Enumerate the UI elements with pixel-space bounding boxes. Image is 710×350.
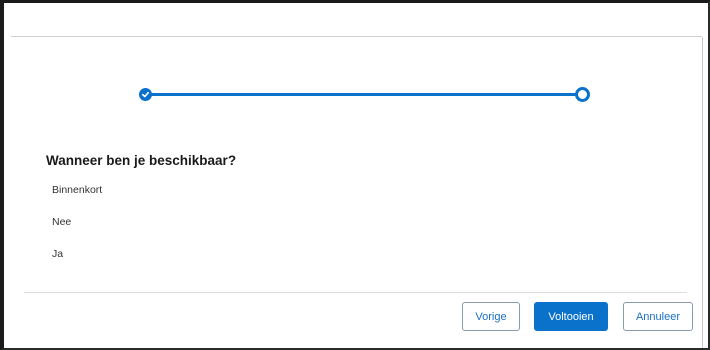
cancel-button[interactable]: Annuleer [623, 302, 693, 331]
finish-button[interactable]: Voltooien [534, 302, 608, 331]
previous-button[interactable]: Vorige [462, 302, 520, 331]
option-binnenkort[interactable]: Binnenkort [52, 183, 102, 215]
step-completed-check-icon [139, 88, 152, 101]
dialog-window: Wanneer ben je beschikbaar? Binnenkort N… [0, 0, 710, 350]
check-icon [141, 91, 150, 98]
option-ja[interactable]: Ja [52, 247, 102, 279]
progress-track [150, 93, 578, 96]
option-list: Binnenkort Nee Ja [52, 183, 102, 279]
header-divider [11, 36, 702, 37]
footer-divider [24, 292, 687, 293]
question-title: Wanneer ben je beschikbaar? [46, 153, 237, 168]
option-nee[interactable]: Nee [52, 215, 102, 247]
window-edge [702, 37, 703, 348]
step-current-ring-icon [575, 87, 590, 102]
